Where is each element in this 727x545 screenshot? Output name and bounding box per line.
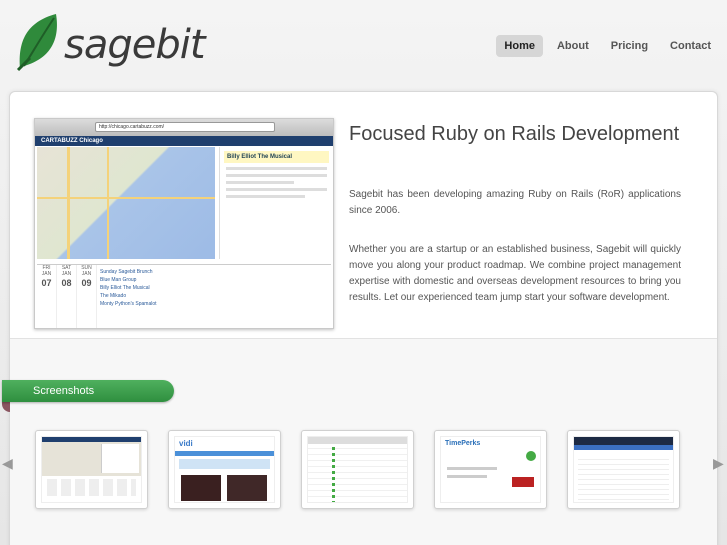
event-list: Sunday Sagebit Brunch Blue Man Group Bil… (97, 265, 331, 328)
intro-paragraph: Sagebit has been developing amazing Ruby… (349, 189, 681, 216)
event-item: Billy Elliot The Musical (100, 285, 150, 291)
screenshots-heading: Screenshots (2, 380, 174, 402)
page-title: Focused Ruby on Rails Development (349, 123, 680, 145)
nav-contact[interactable]: Contact (662, 35, 719, 57)
event-item: The Mikado (100, 293, 127, 299)
map-image (37, 147, 215, 259)
nav-pricing[interactable]: Pricing (603, 35, 656, 57)
browser-url: http://chicago.cartabuzz.com/ (95, 122, 275, 132)
nav-about[interactable]: About (549, 35, 597, 57)
event-title: Billy Elliot The Musical (224, 151, 329, 163)
intro-paragraph-2: Whether you are a startup or an establis… (349, 244, 681, 303)
ribbon-fold (2, 402, 10, 412)
screenshot-thumb-dashboard[interactable] (567, 430, 680, 509)
leaf-icon (16, 14, 57, 72)
calendar-day: SAT JAN 08 (57, 265, 77, 328)
calendar-day: SUN JAN 09 (77, 265, 97, 328)
event-info: Billy Elliot The Musical (219, 147, 333, 259)
chevron-left-icon[interactable]: ◀ (2, 455, 13, 472)
screenshot-thumb-listing[interactable] (301, 430, 414, 509)
main-nav: Home About Pricing Contact (496, 35, 719, 57)
chevron-right-icon[interactable]: ▶ (713, 455, 724, 472)
sagebit-logo[interactable]: sagebit (16, 12, 206, 72)
screenshot-thumb-cartabuzz[interactable] (35, 430, 148, 509)
nav-home[interactable]: Home (496, 35, 543, 57)
event-item: Monty Python's Spamalot (100, 301, 157, 307)
screenshot-thumb-vidi[interactable]: vidi (168, 430, 281, 509)
event-item: Blue Man Group (100, 277, 137, 283)
screenshot-thumb-timeperks[interactable]: TimePerks (434, 430, 547, 509)
hero-screenshot: http://chicago.cartabuzz.com/ CARTABUZZ … (34, 118, 334, 329)
browser-chrome: http://chicago.cartabuzz.com/ (35, 119, 333, 136)
calendar-day: FRI JAN 07 (37, 265, 57, 328)
event-item: Sunday Sagebit Brunch (100, 269, 153, 275)
event-calendar: FRI JAN 07 SAT JAN 08 SUN JAN 09 Sunday Sagebi… (37, 264, 331, 328)
app-bar: CARTABUZZ Chicago (35, 136, 333, 146)
brand-name: sagebit (64, 22, 206, 68)
